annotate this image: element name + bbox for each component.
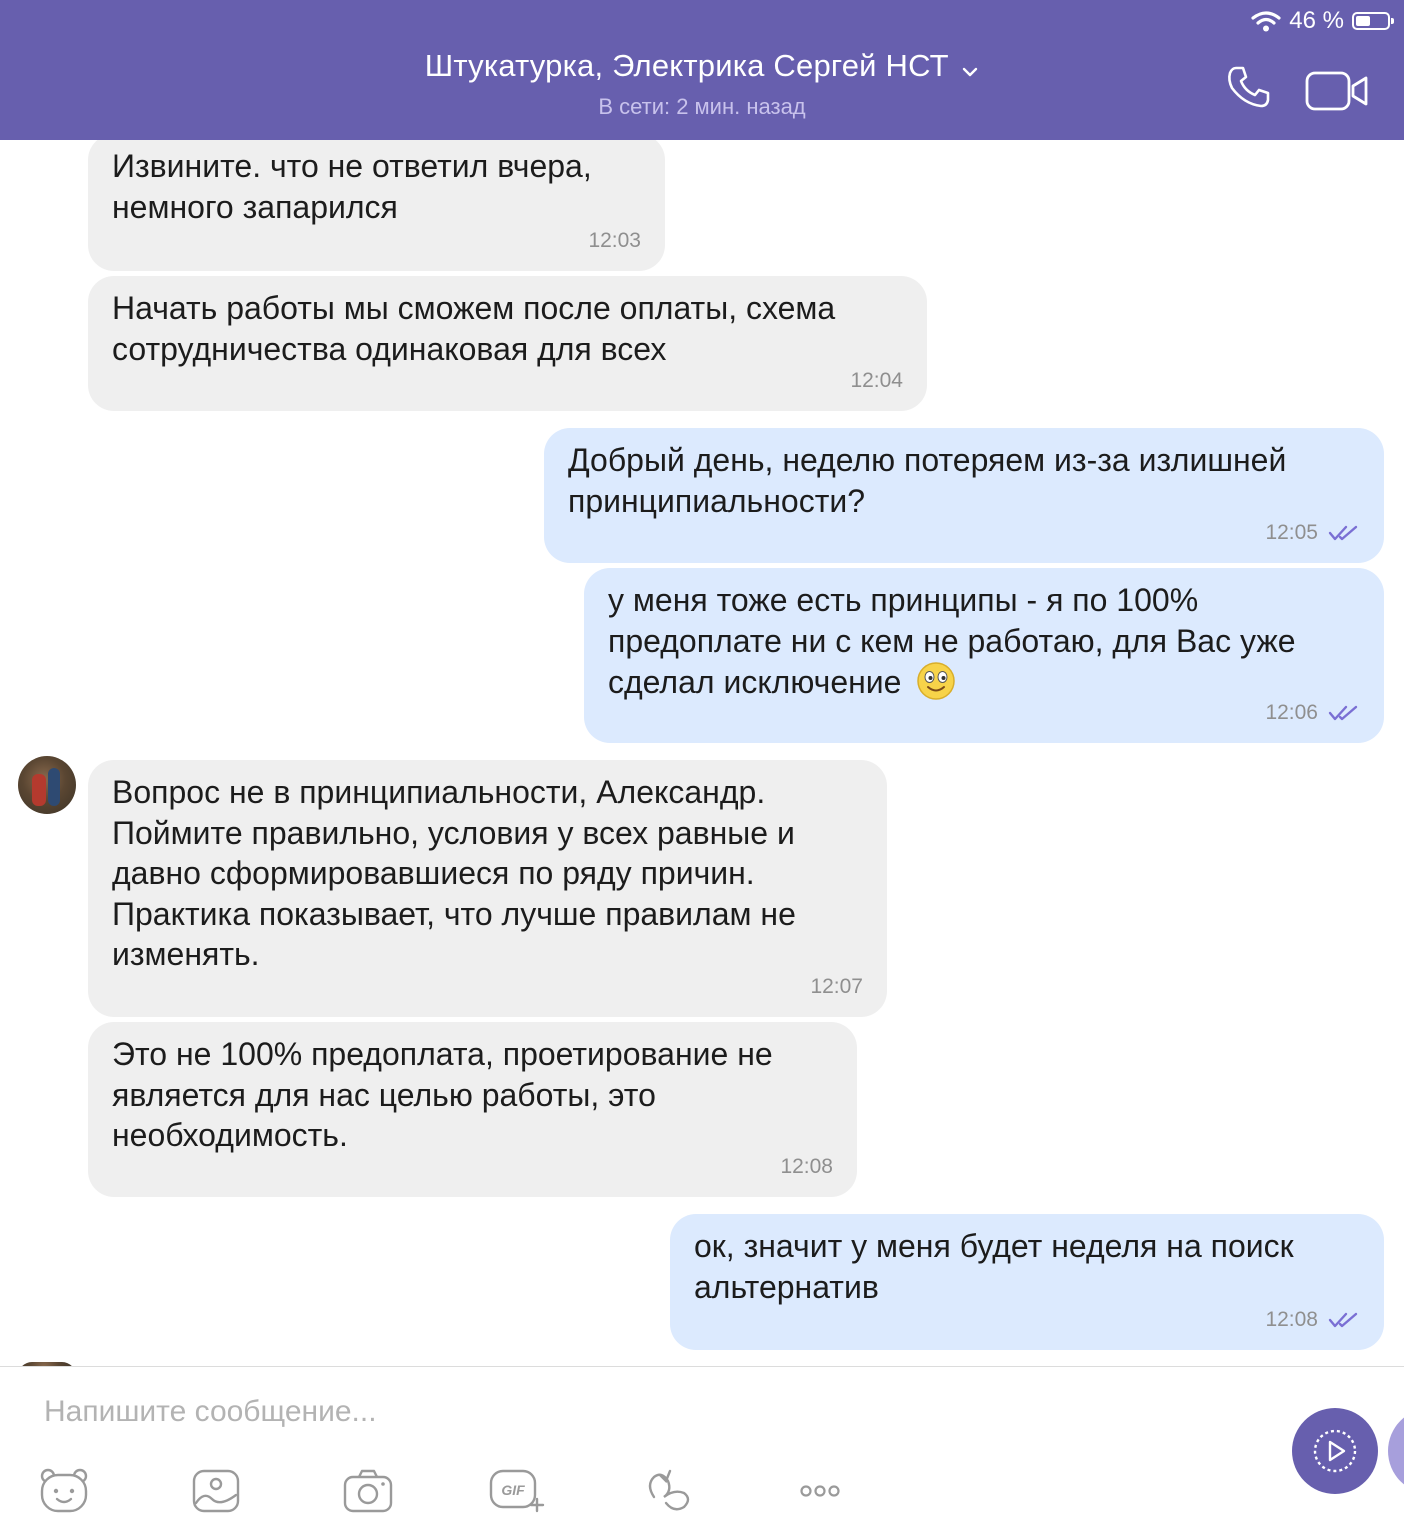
gif-icon: GIF	[489, 1469, 545, 1513]
chat-title-area[interactable]: Штукатурка, Электрика Сергей НСТ	[0, 48, 1404, 84]
message-time: 12:06	[1265, 693, 1360, 734]
message-list[interactable]: Извините. что не ответил вчера, немного …	[0, 140, 1404, 1366]
smile-emoji-icon	[917, 662, 956, 700]
side-action-button[interactable]	[1388, 1408, 1404, 1494]
call-button[interactable]	[1224, 62, 1274, 117]
video-message-button[interactable]	[1292, 1408, 1378, 1494]
video-call-button[interactable]	[1304, 70, 1370, 117]
more-button[interactable]	[796, 1467, 848, 1515]
sticker-button[interactable]	[38, 1467, 90, 1515]
message-time: 12:05	[1265, 513, 1360, 554]
message-time: 12:07	[810, 974, 863, 998]
message-time: 12:04	[850, 368, 903, 392]
message-bubble[interactable]: Вопрос не в принципиальности, Александр.…	[88, 760, 887, 1017]
message-text: ок, значит у меня будет неделя на поиск …	[694, 1228, 1294, 1305]
video-message-icon	[1313, 1429, 1357, 1473]
read-ticks-icon	[1328, 1312, 1358, 1327]
message-text: Извините. что не ответил вчера, немного …	[112, 148, 592, 225]
battery-icon	[1352, 12, 1394, 30]
camera-button[interactable]	[342, 1467, 394, 1515]
camera-icon	[343, 1469, 393, 1513]
doodle-icon	[648, 1469, 690, 1511]
read-ticks-icon	[1328, 525, 1358, 540]
message-text: Начать работы мы сможем после оплаты, сх…	[112, 290, 836, 367]
message-text: Это не 100% предоплата, проетирование не…	[112, 1036, 773, 1153]
svg-text:GIF: GIF	[501, 1482, 525, 1498]
message-time: 12:08	[780, 1154, 833, 1178]
wifi-icon	[1251, 11, 1281, 32]
message-time: 12:03	[588, 228, 641, 252]
doodle-button[interactable]	[644, 1467, 696, 1515]
battery-percent: 46 %	[1289, 7, 1344, 34]
message-bubble[interactable]: Извините. что не ответил вчера, немного …	[88, 140, 665, 271]
online-status: В сети: 2 мин. назад	[598, 94, 806, 119]
read-ticks-icon	[1328, 705, 1358, 720]
chat-header: 46 % Штукатурка, Электрика Сергей НСТ В …	[0, 0, 1404, 140]
video-camera-icon	[1305, 71, 1368, 111]
message-input[interactable]	[30, 1387, 1266, 1437]
chevron-down-icon[interactable]	[961, 66, 979, 78]
battery-level	[1356, 16, 1370, 26]
gallery-button[interactable]	[190, 1467, 242, 1515]
message-text: у меня тоже есть принципы - я по 100% пр…	[608, 582, 1296, 700]
avatar[interactable]	[18, 756, 76, 814]
message-bubble[interactable]: ок, значит у меня будет неделя на поиск …	[670, 1214, 1384, 1350]
message-bubble[interactable]: у меня тоже есть принципы - я по 100% пр…	[584, 568, 1384, 743]
message-time: 12:08	[1265, 1300, 1360, 1341]
image-gallery-icon	[192, 1469, 240, 1513]
status-bar: 46 %	[1251, 6, 1394, 36]
message-bubble[interactable]: Добрый день, неделю потеряем из-за излиш…	[544, 428, 1384, 563]
message-text: Добрый день, неделю потеряем из-за излиш…	[568, 442, 1287, 519]
message-bubble[interactable]: Это не 100% предоплата, проетирование не…	[88, 1022, 857, 1197]
message-bubble[interactable]: Начать работы мы сможем после оплаты, сх…	[88, 276, 927, 411]
message-composer: GIF	[0, 1367, 1404, 1536]
gif-button[interactable]: GIF	[488, 1467, 545, 1515]
phone-icon	[1228, 66, 1270, 108]
message-text: Вопрос не в принципиальности, Александр.…	[112, 774, 796, 972]
chat-title[interactable]: Штукатурка, Электрика Сергей НСТ	[425, 48, 949, 83]
more-icon	[800, 1485, 840, 1497]
sticker-bear-icon	[40, 1468, 88, 1513]
